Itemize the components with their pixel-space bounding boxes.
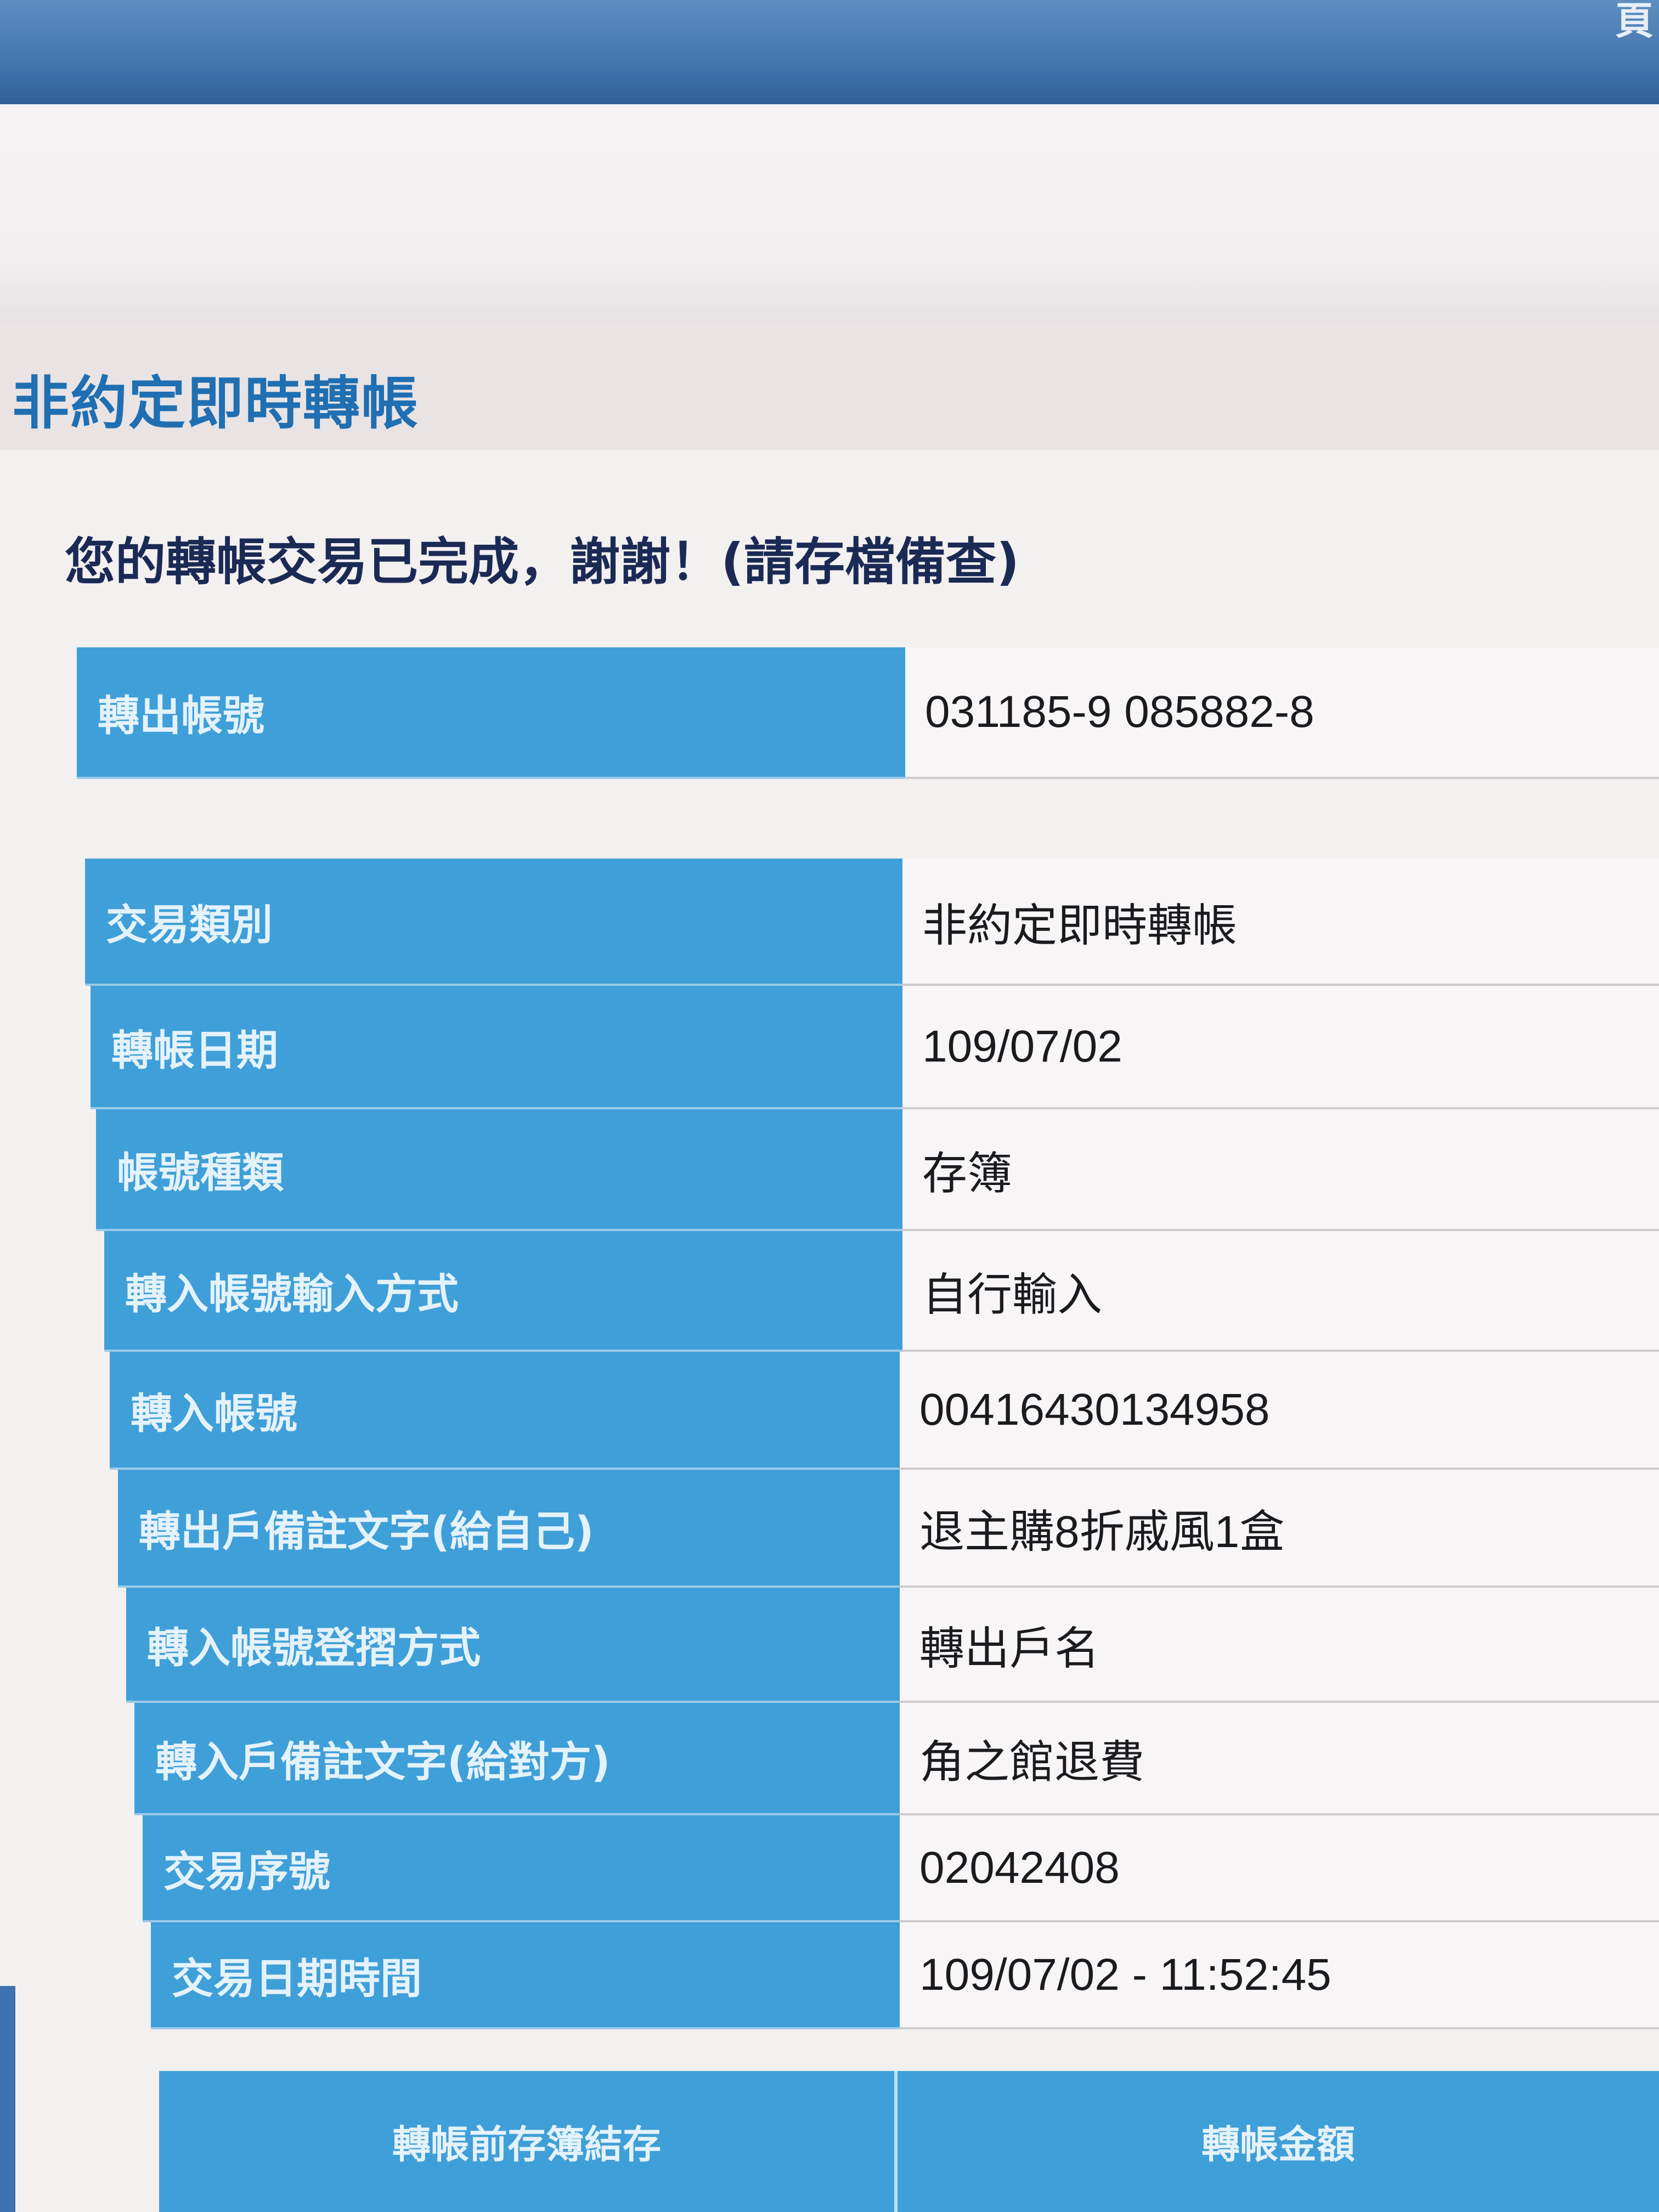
detail-label-recipient-memo: 轉入戶備註文字(給對方) (134, 1703, 900, 1815)
detail-label-input-method: 轉入帳號輸入方式 (104, 1231, 902, 1352)
top-navigation-bar: 頁 (0, 0, 1659, 104)
source-account-label: 轉出帳號 (77, 647, 905, 779)
detail-label-transfer-date: 轉帳日期 (91, 986, 902, 1109)
success-message: 您的轉帳交易已完成，謝謝！(請存檔備查) (65, 533, 1020, 591)
bottom-header-balance-before: 轉帳前存簿結存 (159, 2071, 894, 2212)
header-band (0, 104, 1659, 324)
top-bar-corner-text: 頁 (1615, 0, 1654, 43)
detail-value-transaction-type: 非約定即時轉帳 (902, 859, 1659, 986)
detail-value-transaction-serial: 02042408 (900, 1815, 1659, 1922)
detail-value-transaction-datetime: 109/07/02 - 11:52:45 (900, 1922, 1659, 2029)
detail-value-sender-memo: 退主購8折戚風1盒 (900, 1470, 1659, 1588)
detail-label-destination-account: 轉入帳號 (110, 1352, 900, 1470)
detail-label-transaction-serial: 交易序號 (143, 1815, 900, 1922)
detail-value-account-type: 存簿 (902, 1109, 1659, 1231)
detail-value-destination-account: 00416430134958 (900, 1352, 1659, 1470)
detail-label-sender-memo: 轉出戶備註文字(給自己) (118, 1470, 900, 1588)
detail-value-transfer-date: 109/07/02 (902, 986, 1659, 1109)
detail-label-account-type: 帳號種類 (96, 1109, 902, 1231)
detail-value-passbook-method: 轉出戶名 (900, 1588, 1659, 1703)
bottom-header-transfer-amount: 轉帳金額 (898, 2071, 1659, 2212)
detail-value-recipient-memo: 角之館退費 (900, 1703, 1659, 1815)
detail-value-input-method: 自行輸入 (902, 1231, 1659, 1352)
left-window-edge (0, 1986, 15, 2212)
detail-label-passbook-method: 轉入帳號登摺方式 (126, 1588, 900, 1703)
detail-label-transaction-datetime: 交易日期時間 (151, 1922, 900, 2029)
source-account-value: 031185-9 085882-8 (905, 647, 1659, 779)
detail-label-transaction-type: 交易類別 (85, 859, 902, 986)
page-title: 非約定即時轉帳 (12, 370, 420, 437)
